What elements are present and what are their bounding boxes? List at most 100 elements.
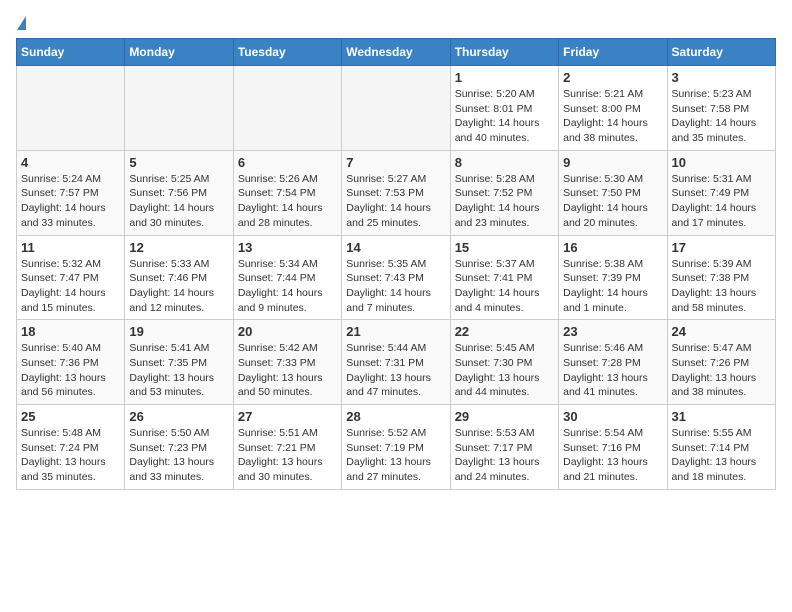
calendar-week-3: 11Sunrise: 5:32 AM Sunset: 7:47 PM Dayli…: [17, 235, 776, 320]
day-info: Sunrise: 5:37 AM Sunset: 7:41 PM Dayligh…: [455, 257, 554, 316]
calendar-cell: [233, 66, 341, 151]
calendar-week-1: 1 Sunrise: 5:20 AM Sunset: 8:01 PM Daylig…: [17, 66, 776, 151]
day-number: 31: [672, 409, 771, 424]
calendar-cell: 25 Sunrise: 5:48 AM Sunset: 7:24 PM Dayli…: [17, 405, 125, 490]
day-number: 16: [563, 240, 662, 255]
day-number: 2: [563, 70, 662, 85]
calendar-week-5: 25 Sunrise: 5:48 AM Sunset: 7:24 PM Dayli…: [17, 405, 776, 490]
calendar-cell: 9Sunrise: 5:30 AM Sunset: 7:50 PM Daylig…: [559, 150, 667, 235]
day-number: 1: [455, 70, 554, 85]
calendar-cell: 6 Sunrise: 5:26 AM Sunset: 7:54 PM Daylig…: [233, 150, 341, 235]
day-number: 25: [21, 409, 120, 424]
day-number: 22: [455, 324, 554, 339]
day-info: Sunrise: 5:45 AM Sunset: 7:30 PM Dayligh…: [455, 341, 554, 400]
day-info: Sunrise: 5:27 AM Sunset: 7:53 PM Dayligh…: [346, 172, 445, 231]
day-info: Sunrise: 5:26 AM Sunset: 7:54 PM Dayligh…: [238, 172, 337, 231]
calendar-body: 1 Sunrise: 5:20 AM Sunset: 8:01 PM Daylig…: [17, 66, 776, 490]
day-number: 24: [672, 324, 771, 339]
day-number: 23: [563, 324, 662, 339]
day-info: Sunrise: 5:44 AM Sunset: 7:31 PM Dayligh…: [346, 341, 445, 400]
weekday-header-friday: Friday: [559, 39, 667, 66]
day-info: Sunrise: 5:34 AM Sunset: 7:44 PM Dayligh…: [238, 257, 337, 316]
weekday-header-tuesday: Tuesday: [233, 39, 341, 66]
day-number: 7: [346, 155, 445, 170]
calendar-week-4: 18 Sunrise: 5:40 AM Sunset: 7:36 PM Dayli…: [17, 320, 776, 405]
day-info: Sunrise: 5:20 AM Sunset: 8:01 PM Dayligh…: [455, 87, 554, 146]
calendar-cell: 24 Sunrise: 5:47 AM Sunset: 7:26 PM Dayli…: [667, 320, 775, 405]
day-info: Sunrise: 5:31 AM Sunset: 7:49 PM Dayligh…: [672, 172, 771, 231]
day-info: Sunrise: 5:38 AM Sunset: 7:39 PM Dayligh…: [563, 257, 662, 316]
day-number: 14: [346, 240, 445, 255]
calendar-cell: 22 Sunrise: 5:45 AM Sunset: 7:30 PM Dayli…: [450, 320, 558, 405]
day-number: 12: [129, 240, 228, 255]
calendar-cell: 21 Sunrise: 5:44 AM Sunset: 7:31 PM Dayli…: [342, 320, 450, 405]
day-number: 30: [563, 409, 662, 424]
day-number: 10: [672, 155, 771, 170]
calendar-cell: 14 Sunrise: 5:35 AM Sunset: 7:43 PM Dayli…: [342, 235, 450, 320]
calendar-cell: 13 Sunrise: 5:34 AM Sunset: 7:44 PM Dayli…: [233, 235, 341, 320]
calendar-cell: 20 Sunrise: 5:42 AM Sunset: 7:33 PM Dayli…: [233, 320, 341, 405]
day-info: Sunrise: 5:42 AM Sunset: 7:33 PM Dayligh…: [238, 341, 337, 400]
day-info: Sunrise: 5:52 AM Sunset: 7:19 PM Dayligh…: [346, 426, 445, 485]
day-number: 29: [455, 409, 554, 424]
day-info: Sunrise: 5:46 AM Sunset: 7:28 PM Dayligh…: [563, 341, 662, 400]
day-info: Sunrise: 5:30 AM Sunset: 7:50 PM Dayligh…: [563, 172, 662, 231]
day-number: 19: [129, 324, 228, 339]
calendar-cell: 15 Sunrise: 5:37 AM Sunset: 7:41 PM Dayli…: [450, 235, 558, 320]
calendar-cell: 31 Sunrise: 5:55 AM Sunset: 7:14 PM Dayli…: [667, 405, 775, 490]
calendar-cell: 2 Sunrise: 5:21 AM Sunset: 8:00 PM Daylig…: [559, 66, 667, 151]
day-number: 20: [238, 324, 337, 339]
calendar-cell: 29 Sunrise: 5:53 AM Sunset: 7:17 PM Dayli…: [450, 405, 558, 490]
calendar-week-2: 4Sunrise: 5:24 AM Sunset: 7:57 PM Daylig…: [17, 150, 776, 235]
calendar-cell: 27 Sunrise: 5:51 AM Sunset: 7:21 PM Dayli…: [233, 405, 341, 490]
day-info: Sunrise: 5:55 AM Sunset: 7:14 PM Dayligh…: [672, 426, 771, 485]
calendar-cell: 1 Sunrise: 5:20 AM Sunset: 8:01 PM Daylig…: [450, 66, 558, 151]
weekday-header-thursday: Thursday: [450, 39, 558, 66]
day-number: 26: [129, 409, 228, 424]
day-number: 28: [346, 409, 445, 424]
day-info: Sunrise: 5:35 AM Sunset: 7:43 PM Dayligh…: [346, 257, 445, 316]
day-number: 15: [455, 240, 554, 255]
day-info: Sunrise: 5:33 AM Sunset: 7:46 PM Dayligh…: [129, 257, 228, 316]
day-number: 6: [238, 155, 337, 170]
calendar-header: SundayMondayTuesdayWednesdayThursdayFrid…: [17, 39, 776, 66]
calendar-cell: 12 Sunrise: 5:33 AM Sunset: 7:46 PM Dayli…: [125, 235, 233, 320]
calendar-cell: [125, 66, 233, 151]
calendar-cell: 16 Sunrise: 5:38 AM Sunset: 7:39 PM Dayli…: [559, 235, 667, 320]
weekday-header-monday: Monday: [125, 39, 233, 66]
day-info: Sunrise: 5:47 AM Sunset: 7:26 PM Dayligh…: [672, 341, 771, 400]
calendar-cell: 10 Sunrise: 5:31 AM Sunset: 7:49 PM Dayli…: [667, 150, 775, 235]
calendar-cell: 26 Sunrise: 5:50 AM Sunset: 7:23 PM Dayli…: [125, 405, 233, 490]
calendar-cell: 11Sunrise: 5:32 AM Sunset: 7:47 PM Dayli…: [17, 235, 125, 320]
calendar-cell: 19Sunrise: 5:41 AM Sunset: 7:35 PM Dayli…: [125, 320, 233, 405]
day-info: Sunrise: 5:53 AM Sunset: 7:17 PM Dayligh…: [455, 426, 554, 485]
calendar-cell: 4Sunrise: 5:24 AM Sunset: 7:57 PM Daylig…: [17, 150, 125, 235]
day-info: Sunrise: 5:40 AM Sunset: 7:36 PM Dayligh…: [21, 341, 120, 400]
calendar-cell: 3Sunrise: 5:23 AM Sunset: 7:58 PM Daylig…: [667, 66, 775, 151]
day-number: 21: [346, 324, 445, 339]
calendar-cell: 17Sunrise: 5:39 AM Sunset: 7:38 PM Dayli…: [667, 235, 775, 320]
calendar-cell: 28 Sunrise: 5:52 AM Sunset: 7:19 PM Dayli…: [342, 405, 450, 490]
day-info: Sunrise: 5:28 AM Sunset: 7:52 PM Dayligh…: [455, 172, 554, 231]
day-info: Sunrise: 5:54 AM Sunset: 7:16 PM Dayligh…: [563, 426, 662, 485]
day-number: 8: [455, 155, 554, 170]
logo-triangle-icon: [17, 16, 26, 30]
calendar-cell: [17, 66, 125, 151]
weekday-header-sunday: Sunday: [17, 39, 125, 66]
day-info: Sunrise: 5:48 AM Sunset: 7:24 PM Dayligh…: [21, 426, 120, 485]
day-number: 18: [21, 324, 120, 339]
day-number: 13: [238, 240, 337, 255]
day-number: 17: [672, 240, 771, 255]
calendar-cell: 7 Sunrise: 5:27 AM Sunset: 7:53 PM Daylig…: [342, 150, 450, 235]
day-info: Sunrise: 5:32 AM Sunset: 7:47 PM Dayligh…: [21, 257, 120, 316]
calendar-cell: 8 Sunrise: 5:28 AM Sunset: 7:52 PM Daylig…: [450, 150, 558, 235]
day-number: 27: [238, 409, 337, 424]
day-info: Sunrise: 5:21 AM Sunset: 8:00 PM Dayligh…: [563, 87, 662, 146]
day-info: Sunrise: 5:24 AM Sunset: 7:57 PM Dayligh…: [21, 172, 120, 231]
calendar-cell: 5Sunrise: 5:25 AM Sunset: 7:56 PM Daylig…: [125, 150, 233, 235]
day-info: Sunrise: 5:51 AM Sunset: 7:21 PM Dayligh…: [238, 426, 337, 485]
calendar-table: SundayMondayTuesdayWednesdayThursdayFrid…: [16, 38, 776, 490]
day-number: 3: [672, 70, 771, 85]
day-info: Sunrise: 5:50 AM Sunset: 7:23 PM Dayligh…: [129, 426, 228, 485]
calendar-cell: 23 Sunrise: 5:46 AM Sunset: 7:28 PM Dayli…: [559, 320, 667, 405]
